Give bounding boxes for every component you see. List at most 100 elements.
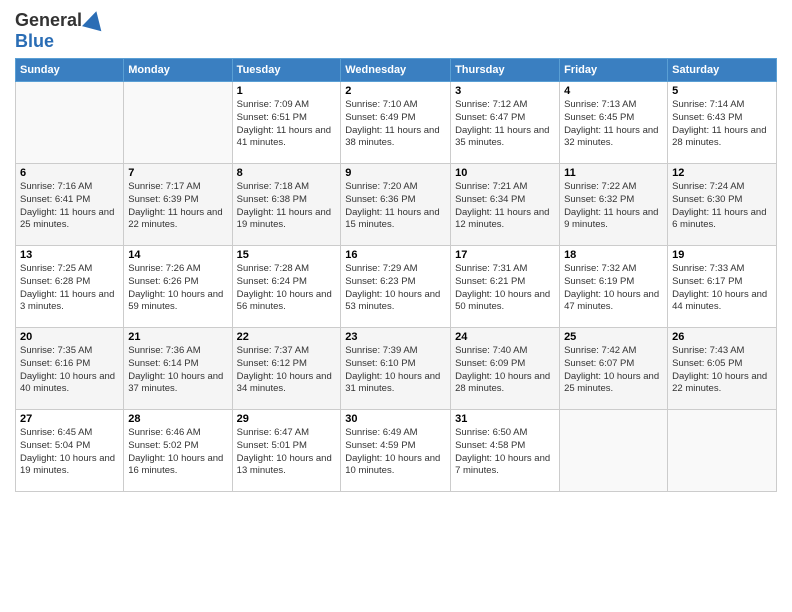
header: General Blue [15, 10, 777, 52]
calendar-cell: 11 Sunrise: 7:22 AMSunset: 6:32 PMDayligh… [560, 164, 668, 246]
day-number: 11 [564, 167, 663, 179]
cell-content: Sunrise: 6:49 AMSunset: 4:59 PMDaylight:… [345, 427, 446, 478]
calendar-week-row: 13Sunrise: 7:25 AMSunset: 6:28 PMDayligh… [16, 246, 777, 328]
cell-content: Sunrise: 6:46 AMSunset: 5:02 PMDaylight:… [128, 427, 227, 478]
cell-content: Sunrise: 7:40 AMSunset: 6:09 PMDaylight:… [455, 345, 555, 396]
calendar-cell: 4 Sunrise: 7:13 AMSunset: 6:45 PMDaylight… [560, 82, 668, 164]
calendar-cell: 23 Sunrise: 7:39 AMSunset: 6:10 PMDayligh… [341, 328, 451, 410]
cell-content: Sunrise: 7:33 AMSunset: 6:17 PMDaylight:… [672, 263, 772, 314]
calendar-cell: 24 Sunrise: 7:40 AMSunset: 6:09 PMDayligh… [451, 328, 560, 410]
calendar-cell: 1 Sunrise: 7:09 AMSunset: 6:51 PMDaylight… [232, 82, 341, 164]
page: General Blue SundayMondayTuesdayWednesda… [0, 0, 792, 612]
day-number: 17 [455, 249, 555, 261]
day-number: 5 [672, 85, 772, 97]
cell-content: Sunrise: 6:45 AMSunset: 5:04 PMDaylight:… [20, 427, 119, 478]
day-number: 14 [128, 249, 227, 261]
cell-content: Sunrise: 7:24 AMSunset: 6:30 PMDaylight:… [672, 181, 772, 232]
day-number: 24 [455, 331, 555, 343]
day-number: 16 [345, 249, 446, 261]
cell-content: Sunrise: 7:12 AMSunset: 6:47 PMDaylight:… [455, 99, 555, 150]
day-number: 3 [455, 85, 555, 97]
cell-content: Sunrise: 7:22 AMSunset: 6:32 PMDaylight:… [564, 181, 663, 232]
day-number: 19 [672, 249, 772, 261]
calendar-cell [16, 82, 124, 164]
cell-content: Sunrise: 7:18 AMSunset: 6:38 PMDaylight:… [237, 181, 337, 232]
calendar-cell: 15 Sunrise: 7:28 AMSunset: 6:24 PMDayligh… [232, 246, 341, 328]
calendar-cell: 14 Sunrise: 7:26 AMSunset: 6:26 PMDayligh… [124, 246, 232, 328]
calendar-week-row: 6 Sunrise: 7:16 AMSunset: 6:41 PMDaylight… [16, 164, 777, 246]
calendar-cell: 12 Sunrise: 7:24 AMSunset: 6:30 PMDayligh… [668, 164, 777, 246]
calendar-cell: 3 Sunrise: 7:12 AMSunset: 6:47 PMDaylight… [451, 82, 560, 164]
day-number: 31 [455, 413, 555, 425]
cell-content: Sunrise: 6:50 AMSunset: 4:58 PMDaylight:… [455, 427, 555, 478]
day-number: 1 [237, 85, 337, 97]
day-number: 22 [237, 331, 337, 343]
cell-content: Sunrise: 7:35 AMSunset: 6:16 PMDaylight:… [20, 345, 119, 396]
calendar-week-row: 1 Sunrise: 7:09 AMSunset: 6:51 PMDaylight… [16, 82, 777, 164]
calendar-cell: 7 Sunrise: 7:17 AMSunset: 6:39 PMDaylight… [124, 164, 232, 246]
calendar-week-row: 20 Sunrise: 7:35 AMSunset: 6:16 PMDayligh… [16, 328, 777, 410]
day-number: 27 [20, 413, 119, 425]
day-of-week-header: Sunday [16, 59, 124, 82]
cell-content: Sunrise: 7:20 AMSunset: 6:36 PMDaylight:… [345, 181, 446, 232]
day-number: 21 [128, 331, 227, 343]
day-number: 15 [237, 249, 337, 261]
calendar-cell: 9 Sunrise: 7:20 AMSunset: 6:36 PMDaylight… [341, 164, 451, 246]
day-number: 13 [20, 249, 119, 261]
day-number: 2 [345, 85, 446, 97]
calendar-cell: 8 Sunrise: 7:18 AMSunset: 6:38 PMDaylight… [232, 164, 341, 246]
calendar-cell: 20 Sunrise: 7:35 AMSunset: 6:16 PMDayligh… [16, 328, 124, 410]
cell-content: Sunrise: 7:17 AMSunset: 6:39 PMDaylight:… [128, 181, 227, 232]
day-of-week-header: Saturday [668, 59, 777, 82]
calendar-cell: 16Sunrise: 7:29 AMSunset: 6:23 PMDayligh… [341, 246, 451, 328]
cell-content: Sunrise: 7:13 AMSunset: 6:45 PMDaylight:… [564, 99, 663, 150]
calendar-cell: 10 Sunrise: 7:21 AMSunset: 6:34 PMDayligh… [451, 164, 560, 246]
calendar-cell: 22 Sunrise: 7:37 AMSunset: 6:12 PMDayligh… [232, 328, 341, 410]
cell-content: Sunrise: 7:32 AMSunset: 6:19 PMDaylight:… [564, 263, 663, 314]
cell-content: Sunrise: 7:21 AMSunset: 6:34 PMDaylight:… [455, 181, 555, 232]
calendar-cell [124, 82, 232, 164]
day-of-week-header: Tuesday [232, 59, 341, 82]
calendar-cell: 2Sunrise: 7:10 AMSunset: 6:49 PMDaylight… [341, 82, 451, 164]
logo-general-text: General [15, 10, 82, 31]
cell-content: Sunrise: 7:39 AMSunset: 6:10 PMDaylight:… [345, 345, 446, 396]
day-number: 30 [345, 413, 446, 425]
day-number: 4 [564, 85, 663, 97]
calendar-cell: 5 Sunrise: 7:14 AMSunset: 6:43 PMDaylight… [668, 82, 777, 164]
cell-content: Sunrise: 7:14 AMSunset: 6:43 PMDaylight:… [672, 99, 772, 150]
day-of-week-header: Wednesday [341, 59, 451, 82]
calendar-cell: 25 Sunrise: 7:42 AMSunset: 6:07 PMDayligh… [560, 328, 668, 410]
day-number: 12 [672, 167, 772, 179]
cell-content: Sunrise: 7:37 AMSunset: 6:12 PMDaylight:… [237, 345, 337, 396]
cell-content: Sunrise: 7:28 AMSunset: 6:24 PMDaylight:… [237, 263, 337, 314]
calendar-cell [560, 410, 668, 492]
calendar-cell: 21 Sunrise: 7:36 AMSunset: 6:14 PMDayligh… [124, 328, 232, 410]
day-number: 29 [237, 413, 337, 425]
cell-content: Sunrise: 7:09 AMSunset: 6:51 PMDaylight:… [237, 99, 337, 150]
cell-content: Sunrise: 7:36 AMSunset: 6:14 PMDaylight:… [128, 345, 227, 396]
day-number: 26 [672, 331, 772, 343]
cell-content: Sunrise: 7:26 AMSunset: 6:26 PMDaylight:… [128, 263, 227, 314]
day-number: 8 [237, 167, 337, 179]
day-of-week-header: Friday [560, 59, 668, 82]
cell-content: Sunrise: 7:16 AMSunset: 6:41 PMDaylight:… [20, 181, 119, 232]
calendar-cell: 31 Sunrise: 6:50 AMSunset: 4:58 PMDayligh… [451, 410, 560, 492]
calendar-cell: 26Sunrise: 7:43 AMSunset: 6:05 PMDayligh… [668, 328, 777, 410]
logo-triangle-icon [82, 8, 106, 31]
calendar-cell: 6 Sunrise: 7:16 AMSunset: 6:41 PMDaylight… [16, 164, 124, 246]
logo: General Blue [15, 10, 104, 52]
day-number: 18 [564, 249, 663, 261]
day-number: 20 [20, 331, 119, 343]
day-number: 10 [455, 167, 555, 179]
day-number: 7 [128, 167, 227, 179]
calendar-header-row: SundayMondayTuesdayWednesdayThursdayFrid… [16, 59, 777, 82]
cell-content: Sunrise: 7:31 AMSunset: 6:21 PMDaylight:… [455, 263, 555, 314]
cell-content: Sunrise: 7:42 AMSunset: 6:07 PMDaylight:… [564, 345, 663, 396]
day-number: 25 [564, 331, 663, 343]
day-number: 23 [345, 331, 446, 343]
calendar-cell: 29Sunrise: 6:47 AMSunset: 5:01 PMDayligh… [232, 410, 341, 492]
day-number: 6 [20, 167, 119, 179]
day-number: 9 [345, 167, 446, 179]
day-of-week-header: Monday [124, 59, 232, 82]
calendar-cell: 27 Sunrise: 6:45 AMSunset: 5:04 PMDayligh… [16, 410, 124, 492]
